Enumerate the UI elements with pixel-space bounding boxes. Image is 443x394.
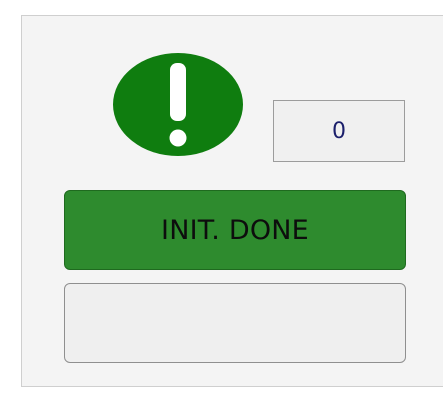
init-done-button[interactable]: INIT. DONE <box>64 190 406 270</box>
counter-display: 0 <box>273 100 405 162</box>
init-done-label: INIT. DONE <box>161 214 309 246</box>
counter-value: 0 <box>332 118 346 144</box>
exclamation-icon <box>113 53 243 156</box>
secondary-button[interactable] <box>64 283 406 363</box>
